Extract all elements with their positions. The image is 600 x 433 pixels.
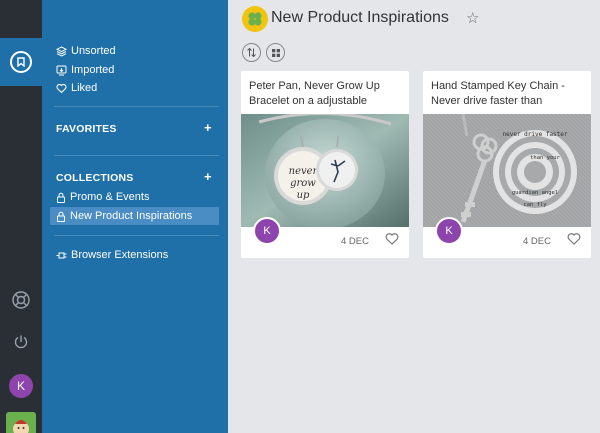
svg-text:up: up [297,190,310,201]
heart-icon [56,83,67,93]
card-author-avatar[interactable]: K [435,217,463,245]
app-mascot-icon[interactable] [6,412,36,433]
collection-item-new-product-inspirations[interactable]: New Product Inspirations [50,207,219,225]
sort-arrows-icon [247,47,256,58]
lock-icon [57,192,65,203]
collection-label: Promo & Events [70,191,150,203]
collection-item-promo-events[interactable]: Promo & Events [56,188,149,206]
svg-text:guardian angel: guardian angel [512,190,558,196]
view-mode-button[interactable] [266,43,285,62]
sidebar: Unsorted Imported Liked FAVORITES + COLL… [42,0,228,433]
sidebar-item-unsorted[interactable]: Unsorted [56,42,116,60]
star-icon[interactable]: ☆ [466,9,479,27]
card-date: 4 DEC [523,236,551,247]
import-icon [56,65,67,75]
bookmark-card[interactable]: Hand Stamped Key Chain - Never drive fas… [423,71,591,258]
add-collection-button[interactable]: + [204,169,212,184]
grid-icon [271,48,280,57]
browser-extensions-link[interactable]: Browser Extensions [56,246,168,264]
lock-icon [57,211,65,222]
card-image-bracelet[interactable]: never grow up [241,114,409,227]
extension-plug-icon [56,252,67,258]
browser-extensions-label: Browser Extensions [71,249,169,261]
collections-title: COLLECTIONS [56,172,134,184]
card-image-key-chain[interactable]: never drive faster than your guardian an… [423,114,591,227]
svg-text:never drive faster: never drive faster [502,131,567,138]
collection-label: New Product Inspirations [70,210,193,222]
sidebar-item-label: Unsorted [71,45,116,57]
favorites-title: FAVORITES [56,123,117,135]
card-date: 4 DEC [341,236,369,247]
svg-text:never: never [289,166,319,177]
sidebar-item-label: Liked [71,82,98,94]
user-avatar[interactable]: K [9,374,33,398]
bookmark-icon [10,51,32,73]
bookmarks-button[interactable] [0,38,42,86]
svg-text:can fly: can fly [523,202,547,208]
page-title: New Product Inspirations [271,9,449,26]
divider [54,155,219,156]
card-author-avatar[interactable]: K [253,217,281,245]
svg-text:grow: grow [290,178,316,189]
divider [54,106,219,107]
sidebar-item-imported[interactable]: Imported [56,61,114,79]
like-heart-icon[interactable] [385,232,399,250]
like-heart-icon[interactable] [567,232,581,250]
bookmark-card[interactable]: Peter Pan, Never Grow Up Bracelet on a a… [241,71,409,258]
sidebar-item-liked[interactable]: Liked [56,79,97,97]
sidebar-item-label: Imported [71,64,115,76]
power-icon[interactable] [0,334,42,350]
svg-text:than your: than your [530,155,560,161]
collection-clover-icon [242,6,268,32]
card-title[interactable]: Hand Stamped Key Chain - Never drive fas… [431,79,587,109]
left-rail: K [0,0,42,433]
add-favorite-button[interactable]: + [204,120,212,135]
help-lifebuoy-icon[interactable] [0,290,42,310]
divider [54,235,219,236]
card-title[interactable]: Peter Pan, Never Grow Up Bracelet on a a… [249,79,405,109]
main-content: New Product Inspirations ☆ Peter Pan, Ne… [228,0,600,433]
layers-icon [56,45,67,57]
sort-button[interactable] [242,43,261,62]
